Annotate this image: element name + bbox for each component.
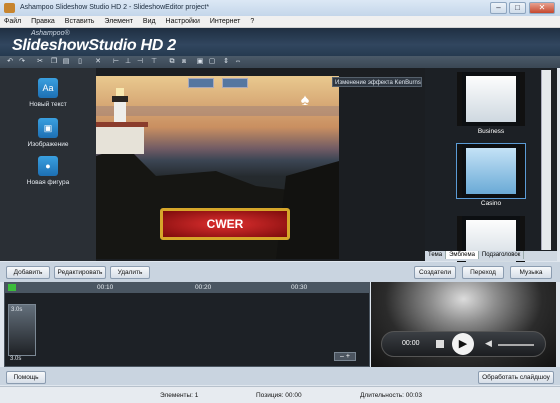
cut-icon[interactable]: ✂: [36, 58, 44, 66]
redo-icon[interactable]: ↷: [18, 58, 26, 66]
actions-bar: Добавить Редактировать Удалить Создатели…: [0, 262, 560, 282]
player-time: 00:00: [402, 340, 420, 347]
timeline[interactable]: [4, 282, 370, 367]
new-text-tool[interactable]: Aa Новый текст: [18, 78, 78, 108]
flip-vertical-icon[interactable]: ⇕: [222, 58, 230, 66]
transition-button[interactable]: Переход: [462, 266, 504, 279]
app-icon: [4, 3, 15, 13]
volume-icon[interactable]: ◀: [485, 338, 492, 349]
new-shape-tool[interactable]: ● Новая фигура: [18, 156, 78, 186]
clip-end-label: 3.0s: [10, 356, 22, 362]
menu-view[interactable]: Вид: [139, 16, 160, 25]
menu-file[interactable]: Файл: [0, 16, 25, 25]
new-shape-label: Новая фигура: [26, 179, 70, 186]
theme-thumbnail: [456, 143, 526, 199]
themes-scrollbar[interactable]: [541, 70, 551, 250]
group-icon[interactable]: ⧉: [168, 58, 176, 66]
play-icon[interactable]: ▶: [452, 333, 474, 355]
add-button[interactable]: Добавить: [6, 266, 50, 279]
align-right-icon[interactable]: ⊣: [136, 58, 144, 66]
effect-marker-2[interactable]: [222, 78, 248, 88]
ruler-mark: 00:10: [97, 284, 114, 291]
clip-duration: 3.0s: [11, 307, 23, 313]
image-tool[interactable]: ▣ Изображение: [18, 118, 78, 148]
volume-slider[interactable]: [498, 344, 534, 346]
theme-thumbnail: [457, 72, 525, 126]
ruler-mark: 00:30: [291, 284, 308, 291]
process-slideshow-button[interactable]: Обработать слайдшоу: [478, 371, 554, 384]
minimize-button[interactable]: –: [490, 2, 507, 14]
menu-bar: Файл Правка Вставить Элемент Вид Настрой…: [0, 16, 560, 28]
menu-element[interactable]: Элемент: [100, 16, 137, 25]
image-icon: ▣: [38, 118, 58, 138]
credits-button[interactable]: Создатели: [414, 266, 456, 279]
status-bar: Элементы: 1 Позиция: 00:00 Длительность:…: [0, 386, 560, 403]
status-position: Позиция: 00:00: [256, 392, 302, 399]
app-banner: Ashampoo® SlideshowStudio HD 2: [0, 28, 560, 56]
theme-label: Casino: [480, 200, 502, 207]
delete-button[interactable]: Удалить: [110, 266, 150, 279]
shapes-icon: ●: [38, 156, 58, 176]
timeline-ruler: 00:10 00:20 00:30: [5, 283, 369, 293]
close-button[interactable]: ✕: [529, 2, 555, 14]
status-duration: Длительность: 00:03: [360, 392, 423, 399]
menu-settings[interactable]: Настройки: [162, 16, 204, 25]
align-left-icon[interactable]: ⊢: [112, 58, 120, 66]
tools-panel: Aa Новый текст ▣ Изображение ● Новая фиг…: [0, 68, 96, 261]
ruler-mark: 00:20: [195, 284, 212, 291]
toolbar: ↶ ↷ ✂ ❐ ▤ ▯ ✕ ⊢ ⊥ ⊣ ⊤ ⧉ ⧈ ▣ ▢ ⇕ ⇔: [0, 56, 560, 68]
slide-title-box[interactable]: CWER: [160, 208, 290, 240]
themes-tabs: Тема Эмблема Подзаголовок: [425, 251, 557, 261]
theme-label: Business: [477, 128, 505, 135]
brand-logo: SlideshowStudio HD 2: [12, 37, 176, 54]
menu-help[interactable]: ?: [246, 16, 258, 25]
cards-icon[interactable]: ♠: [294, 92, 316, 114]
edit-button[interactable]: Редактировать: [54, 266, 106, 279]
player-controls: 00:00 ▶ ◀: [381, 331, 546, 357]
paste-icon[interactable]: ▤: [62, 58, 70, 66]
title-bar: Ashampoo Slideshow Studio HD 2 - Slidesh…: [0, 0, 560, 16]
tab-emblem[interactable]: Эмблема: [446, 251, 479, 259]
undo-icon[interactable]: ↶: [6, 58, 14, 66]
menu-edit[interactable]: Правка: [27, 16, 59, 25]
align-center-icon[interactable]: ⊥: [124, 58, 132, 66]
tab-theme[interactable]: Тема: [425, 251, 447, 259]
ungroup-icon[interactable]: ⧈: [180, 58, 188, 66]
status-elements: Элементы: 1: [160, 392, 199, 399]
menu-internet[interactable]: Интернет: [206, 16, 245, 25]
maximize-button[interactable]: □: [509, 2, 526, 14]
flip-horizontal-icon[interactable]: ⇔: [234, 58, 242, 66]
text-icon: Aa: [38, 78, 58, 98]
kenburns-label: Изменение эффекта KenBurns: [332, 77, 422, 87]
align-top-icon[interactable]: ⊤: [150, 58, 158, 66]
delete-icon[interactable]: ▯: [76, 58, 84, 66]
timeline-clip[interactable]: 3.0s: [8, 304, 36, 356]
new-text-label: Новый текст: [29, 101, 67, 108]
themes-panel: Business Casino: [425, 68, 557, 270]
stop-icon[interactable]: [436, 340, 444, 348]
bring-front-icon[interactable]: ▣: [196, 58, 204, 66]
copy-icon[interactable]: ❐: [50, 58, 58, 66]
effect-marker[interactable]: [188, 78, 214, 88]
remove-icon[interactable]: ✕: [94, 58, 102, 66]
zoom-controls[interactable]: – +: [334, 352, 356, 361]
menu-insert[interactable]: Вставить: [61, 16, 99, 25]
theme-business[interactable]: Business: [457, 72, 525, 135]
window-title: Ashampoo Slideshow Studio HD 2 - Slidesh…: [20, 4, 210, 11]
play-marker-icon[interactable]: [8, 284, 16, 291]
help-button[interactable]: Помощь: [6, 371, 46, 384]
bottom-bar: Помощь Обработать слайдшоу: [0, 367, 560, 385]
brand-small: Ashampoo®: [31, 30, 70, 37]
music-button[interactable]: Музыка: [510, 266, 552, 279]
tab-subtitle[interactable]: Подзаголовок: [479, 251, 525, 259]
theme-casino[interactable]: Casino: [456, 143, 526, 207]
image-label: Изображение: [27, 141, 69, 148]
send-back-icon[interactable]: ▢: [208, 58, 216, 66]
